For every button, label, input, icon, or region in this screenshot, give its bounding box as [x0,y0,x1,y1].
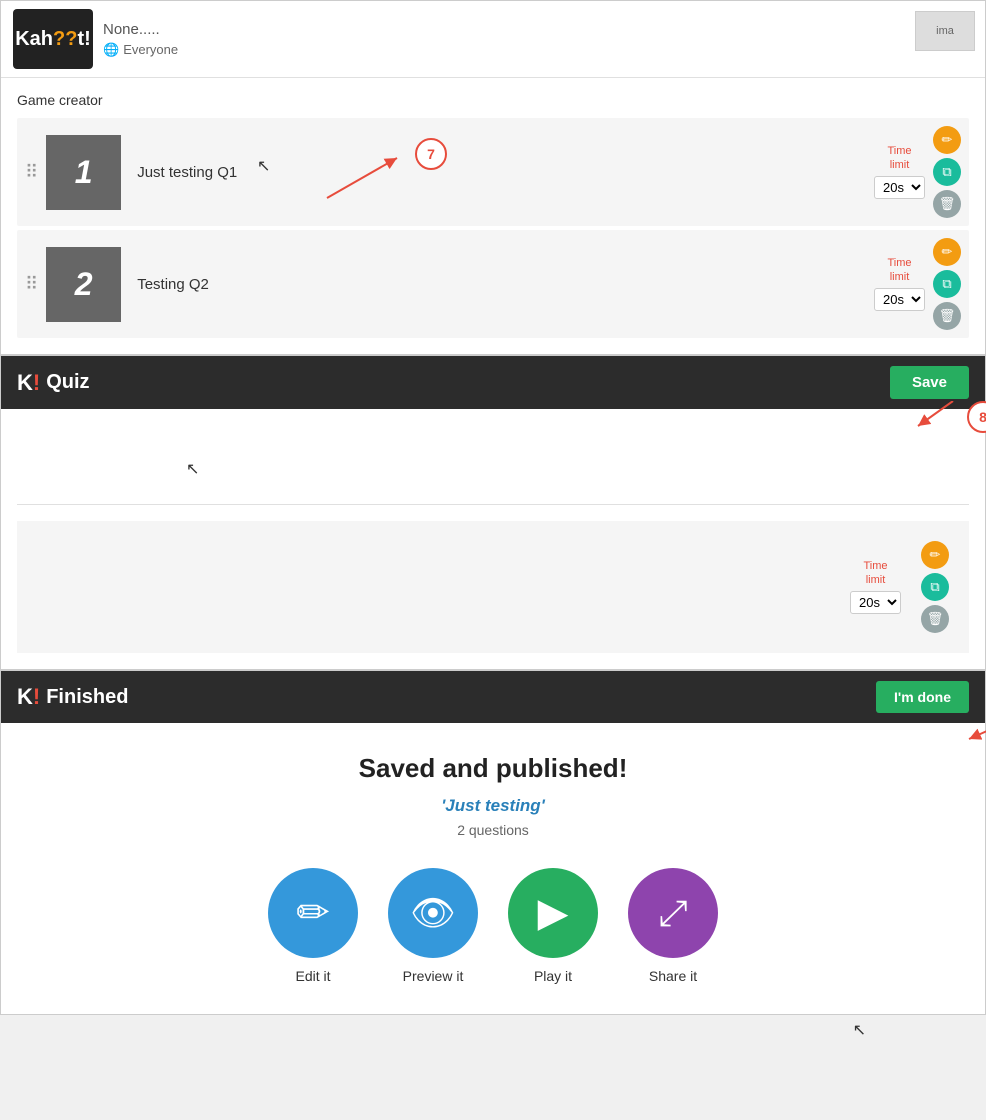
delete-btn-2[interactable]: 🗑 [933,302,961,330]
time-limit-2: Timelimit 20s 30s 60s [874,257,925,310]
copy-btn-1[interactable]: ⧉ [933,158,961,186]
quiz-header: K! Quiz Save 8 [1,356,985,409]
quiz-question-area [17,425,969,505]
question-title-2: Testing Q2 [121,276,874,293]
share-it-label: Share it [649,968,697,984]
edit-it-label: Edit it [295,968,330,984]
image-placeholder: ima [915,11,975,51]
k-logo: K! [17,370,40,396]
annotation-9-container: 9 [964,719,986,754]
cursor-2: ↖ [186,459,199,479]
quiz-copy-btn[interactable]: ⧉ [921,573,949,601]
play-it-item: ▶ Play it [508,868,598,984]
time-select-2[interactable]: 20s 30s 60s [874,288,925,311]
edit-it-item: ✏ Edit it [268,868,358,984]
quiz-time-select[interactable]: 20s 30s 60s [850,591,901,614]
quiz-time-limit: Timelimit 20s 30s 60s [850,560,901,613]
quiz-header-title: K! Quiz [17,370,90,396]
time-limit-label-1: Timelimit [887,145,911,171]
question-count: 2 questions [21,822,965,838]
divider [1,77,985,78]
question-row-1: ⠿ 1 Just testing Q1 ↖ 7 Timelimit 20s [17,118,969,226]
cursor-1: ↖ [257,156,270,176]
quiz-actions: ✏ ⧉ 🗑 [921,533,957,641]
share-it-button[interactable]: ⤢ [628,868,718,958]
question-number-1: 1 [46,135,121,210]
save-btn-container: Save 8 [890,366,969,399]
question-actions-1: ✏ ⧉ 🗑 [933,118,969,226]
section-quiz-editor: K! Quiz Save 8 ↖ [0,355,986,670]
time-select-1[interactable]: 20s 30s 60s [874,176,925,199]
quiz-body: ↖ Timelimit 20s 30s 60s ✏ ⧉ 🗑 [1,409,985,669]
game-creator-label: Game creator [1,86,985,114]
section-finished: K! Finished I'm done 9 Saved and publish… [0,670,986,1015]
drag-handle-2[interactable]: ⠿ [17,274,46,295]
drag-handle-1[interactable]: ⠿ [17,162,46,183]
section-game-creator: Kah??t! None..... 🌐 Everyone ima Game cr… [0,0,986,355]
kahoot-logo: Kah??t! [13,9,93,69]
copy-btn-2[interactable]: ⧉ [933,270,961,298]
share-it-item: ⤢ Share it [628,868,718,984]
finished-title-text: Finished [46,686,128,709]
kahoot-header: Kah??t! None..... 🌐 Everyone ima [1,1,985,77]
edit-btn-2[interactable]: ✏ [933,238,961,266]
finished-title: K! Finished [17,684,128,710]
done-btn-container: I'm done 9 [876,681,969,713]
edit-btn-1[interactable]: ✏ [933,126,961,154]
quiz-name: 'Just testing' [21,796,965,816]
quiz-title-text: Quiz [46,371,89,394]
k-logo-finished: K! [17,684,40,710]
quiz-edit-btn[interactable]: ✏ [921,541,949,569]
question-title-1: Just testing Q1 [121,164,874,181]
finished-header: K! Finished I'm done 9 [1,671,985,723]
annotation-7-container: 7 [317,148,437,213]
preview-it-button[interactable]: 👁 [388,868,478,958]
question-row-2: ⠿ 2 Testing Q2 Timelimit 20s 30s 60s ✏ ⧉… [17,230,969,338]
quiz-delete-btn[interactable]: 🗑 [921,605,949,633]
question-actions-2: ✏ ⧉ 🗑 [933,230,969,338]
play-it-button[interactable]: ▶ [508,868,598,958]
everyone-text: 🌐 Everyone [103,42,178,58]
delete-btn-1[interactable]: 🗑 [933,190,961,218]
quiz-time-limit-label: Timelimit [863,560,887,586]
globe-icon: 🌐 [103,42,119,58]
action-icons-row: ✏ Edit it 👁 Preview it ▶ Play it ⤢ Share… [21,868,965,984]
preview-it-item: 👁 Preview it [388,868,478,984]
save-button[interactable]: Save [890,366,969,399]
edit-it-button[interactable]: ✏ [268,868,358,958]
done-button[interactable]: I'm done [876,681,969,713]
cursor-3: ↖ [853,1020,866,1040]
annotation-7: 7 [415,138,447,170]
time-limit-1: Timelimit 20s 30s 60s [874,145,925,198]
none-text: None..... [103,21,178,38]
question-number-2: 2 [46,247,121,322]
play-it-label: Play it [534,968,572,984]
kahoot-meta: None..... 🌐 Everyone [103,21,178,58]
finished-body: Saved and published! 'Just testing' 2 qu… [1,723,985,1014]
saved-published-text: Saved and published! [21,753,965,784]
preview-it-label: Preview it [403,968,464,984]
annotation-9-arrow [964,719,986,749]
quiz-answers-area: Timelimit 20s 30s 60s ✏ ⧉ 🗑 [17,521,969,653]
time-limit-label-2: Timelimit [887,257,911,283]
